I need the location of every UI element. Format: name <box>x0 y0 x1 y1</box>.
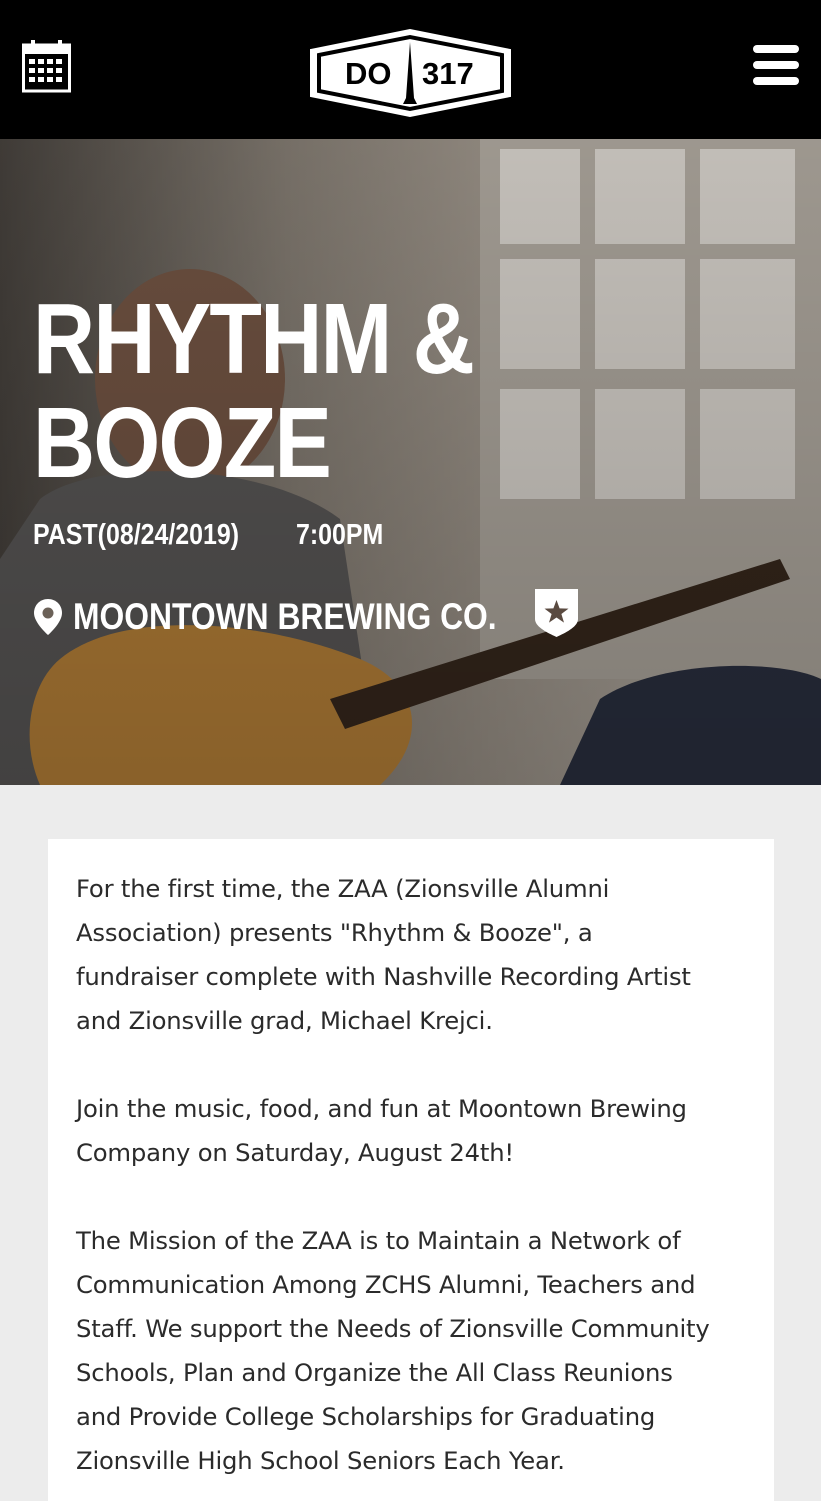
description-line: Association) presents "Rhythm & Booze", … <box>76 918 593 947</box>
description-paragraph: For the first time, the ZAA (Zionsville … <box>76 867 756 1043</box>
description-line: and Zionsville grad, Michael Krejci. <box>76 1006 493 1035</box>
description-line: The Mission of the ZAA is to Maintain a … <box>76 1226 681 1255</box>
description-line: Zionsville High School Seniors Each Year… <box>76 1446 565 1475</box>
description-line: For the first time, the ZAA (Zionsville … <box>76 874 610 903</box>
top-nav-bar: DO 317 <box>0 0 821 139</box>
do317-logo[interactable]: DO 317 <box>307 28 514 118</box>
logo-text-do: DO <box>345 56 392 91</box>
event-title-line1: RHYTHM & <box>33 283 475 395</box>
description-line: Schools, Plan and Organize the All Class… <box>76 1358 673 1387</box>
description-line: Communication Among ZCHS Alumni, Teacher… <box>76 1270 696 1299</box>
event-description-card: For the first time, the ZAA (Zionsville … <box>48 839 774 1501</box>
venue-link[interactable]: MOONTOWN BREWING CO. <box>33 596 566 638</box>
star-shield-icon[interactable] <box>535 589 578 637</box>
event-title-line2: BOOZE <box>33 387 332 499</box>
calendar-icon[interactable] <box>22 40 71 93</box>
description-line: Company on Saturday, August 24th! <box>76 1138 514 1167</box>
hamburger-menu-icon[interactable] <box>753 45 799 86</box>
description-paragraph: Join the music, food, and fun at Moontow… <box>76 1087 756 1175</box>
description-line: Join the music, food, and fun at Moontow… <box>76 1094 687 1123</box>
event-title: RHYTHM & BOOZE <box>33 287 515 495</box>
event-date: PAST(08/24/2019) <box>33 519 240 551</box>
map-pin-icon <box>34 599 62 635</box>
event-time: 7:00PM <box>296 519 384 551</box>
venue-name: MOONTOWN BREWING CO. <box>73 596 497 637</box>
description-line: fundraiser complete with Nashville Recor… <box>76 962 691 991</box>
logo-text-317: 317 <box>422 56 474 91</box>
description-line: and Provide College Scholarships for Gra… <box>76 1402 656 1431</box>
description-paragraph: The Mission of the ZAA is to Maintain a … <box>76 1219 756 1483</box>
event-hero: RHYTHM & BOOZE PAST(08/24/2019) 7:00PM M… <box>0 139 821 785</box>
description-line: Staff. We support the Needs of Zionsvill… <box>76 1314 710 1343</box>
